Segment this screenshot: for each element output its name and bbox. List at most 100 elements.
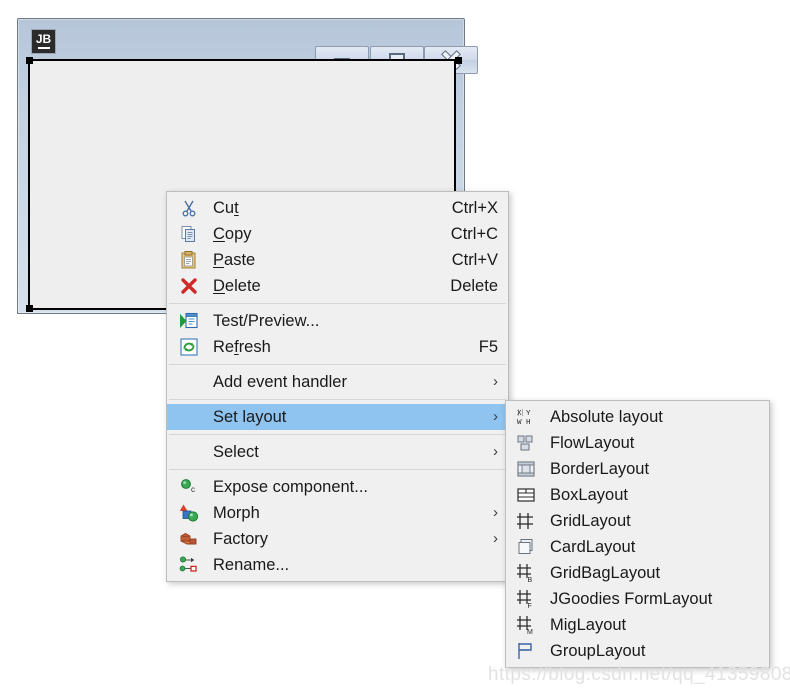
menu-separator <box>169 434 506 435</box>
svg-text:c: c <box>191 485 195 494</box>
menu-item-refresh[interactable]: Refresh F5 <box>167 334 508 360</box>
menu-separator <box>169 469 506 470</box>
menu-item-label: Copy <box>213 225 252 243</box>
menu-item-delete[interactable]: Delete Delete <box>167 273 508 299</box>
jetbrains-logo-bar <box>37 47 50 49</box>
menu-item-icon-placeholder <box>179 372 203 392</box>
context-menu: Cut Ctrl+X Copy Ctrl+C Paste Ctrl+V Delete Dele… <box>166 191 509 582</box>
svg-text:F: F <box>528 603 532 609</box>
chevron-right-icon: › <box>493 504 498 521</box>
submenu-item-absolute-layout[interactable]: X YW H Absolute layout <box>506 404 769 430</box>
mig-layout-icon: M <box>516 615 540 635</box>
jetbrains-logo-text: JB <box>35 32 52 46</box>
menu-item-shortcut: Ctrl+C <box>450 225 498 243</box>
submenu-item-label: BorderLayout <box>550 460 650 478</box>
border-layout-icon <box>516 459 540 479</box>
submenu-item-label: JGoodies FormLayout <box>550 590 713 608</box>
submenu-item-label: Absolute layout <box>550 408 663 426</box>
menu-item-shortcut: Ctrl+X <box>451 199 498 217</box>
menu-item-icon-placeholder <box>179 407 203 427</box>
submenu-item-flowlayout[interactable]: FlowLayout <box>506 430 769 456</box>
jetbrains-logo-icon: JB <box>31 29 56 54</box>
chevron-right-icon: › <box>493 373 498 390</box>
chevron-right-icon: › <box>493 408 498 425</box>
menu-item-select[interactable]: Select › <box>167 439 508 465</box>
menu-item-label: Factory <box>213 530 269 548</box>
gridbag-layout-icon: B <box>516 563 540 583</box>
flow-layout-icon <box>516 433 540 453</box>
menu-item-label: Paste <box>213 251 256 269</box>
chevron-right-icon: › <box>493 443 498 460</box>
menu-item-factory[interactable]: Factory › <box>167 526 508 552</box>
submenu-item-label: FlowLayout <box>550 434 635 452</box>
menu-item-test-preview[interactable]: Test/Preview... <box>167 308 508 334</box>
expose-component-icon: c <box>179 477 203 497</box>
selection-handle-top-right[interactable] <box>455 57 462 64</box>
card-layout-icon <box>516 537 540 557</box>
menu-item-expose-component[interactable]: c Expose component... <box>167 474 508 500</box>
window-title-bar[interactable]: JB <box>18 19 478 74</box>
submenu-item-borderlayout[interactable]: BorderLayout <box>506 456 769 482</box>
submenu-item-label: GroupLayout <box>550 642 646 660</box>
rename-icon <box>179 555 203 575</box>
menu-item-paste[interactable]: Paste Ctrl+V <box>167 247 508 273</box>
menu-separator <box>169 399 506 400</box>
submenu-item-jgoodies-formlayout[interactable]: F JGoodies FormLayout <box>506 586 769 612</box>
submenu-item-gridbaglayout[interactable]: B GridBagLayout <box>506 560 769 586</box>
menu-separator <box>169 303 506 304</box>
menu-item-label: Delete <box>213 277 261 295</box>
menu-item-label: Test/Preview... <box>213 312 320 330</box>
submenu-item-label: BoxLayout <box>550 486 628 504</box>
menu-item-shortcut: Ctrl+V <box>451 251 498 269</box>
submenu-item-grouplayout[interactable]: GroupLayout <box>506 638 769 664</box>
box-layout-icon <box>516 485 540 505</box>
menu-item-set-layout[interactable]: Set layout › <box>167 404 508 430</box>
menu-separator <box>169 364 506 365</box>
submenu-item-label: GridLayout <box>550 512 631 530</box>
menu-item-add-event-handler[interactable]: Add event handler › <box>167 369 508 395</box>
menu-item-label: Add event handler <box>213 373 347 391</box>
menu-item-label: Morph <box>213 504 260 522</box>
submenu-item-label: MigLayout <box>550 616 627 634</box>
copy-icon <box>179 224 203 244</box>
set-layout-submenu: X YW H Absolute layout FlowLayout BorderLay… <box>505 400 770 668</box>
svg-text:M: M <box>527 629 533 635</box>
refresh-icon <box>179 337 203 357</box>
menu-item-label: Cut <box>213 199 239 217</box>
menu-item-label: Select <box>213 443 259 461</box>
menu-item-cut[interactable]: Cut Ctrl+X <box>167 195 508 221</box>
delete-icon <box>179 276 203 296</box>
submenu-item-label: GridBagLayout <box>550 564 661 582</box>
menu-item-rename[interactable]: Rename... <box>167 552 508 578</box>
svg-text:B: B <box>528 577 533 583</box>
factory-icon <box>179 529 203 549</box>
svg-text:W H: W H <box>517 419 531 427</box>
submenu-item-gridlayout[interactable]: GridLayout <box>506 508 769 534</box>
menu-item-label: Set layout <box>213 408 287 426</box>
chevron-right-icon: › <box>493 530 498 547</box>
morph-icon <box>179 503 203 523</box>
paste-icon <box>179 250 203 270</box>
selection-handle-bottom-left[interactable] <box>26 305 33 312</box>
jgoodies-form-layout-icon: F <box>516 589 540 609</box>
menu-item-icon-placeholder <box>179 442 203 462</box>
grid-layout-icon <box>516 511 540 531</box>
menu-item-shortcut: F5 <box>478 338 498 356</box>
cut-icon <box>179 198 203 218</box>
menu-item-morph[interactable]: Morph › <box>167 500 508 526</box>
submenu-item-cardlayout[interactable]: CardLayout <box>506 534 769 560</box>
menu-item-label: Rename... <box>213 556 290 574</box>
watermark: https://blog.csdn.net/qq_41359808 <box>488 664 790 685</box>
menu-item-label: Expose component... <box>213 478 369 496</box>
submenu-item-miglayout[interactable]: M MigLayout <box>506 612 769 638</box>
absolute-layout-icon: X YW H <box>516 407 540 427</box>
group-layout-icon <box>516 641 540 661</box>
svg-text:X Y: X Y <box>517 410 531 418</box>
menu-item-copy[interactable]: Copy Ctrl+C <box>167 221 508 247</box>
submenu-item-boxlayout[interactable]: BoxLayout <box>506 482 769 508</box>
selection-handle-top-left[interactable] <box>26 57 33 64</box>
test-preview-icon <box>179 311 203 331</box>
submenu-item-label: CardLayout <box>550 538 636 556</box>
menu-item-shortcut: Delete <box>450 277 498 295</box>
menu-item-label: Refresh <box>213 338 271 356</box>
